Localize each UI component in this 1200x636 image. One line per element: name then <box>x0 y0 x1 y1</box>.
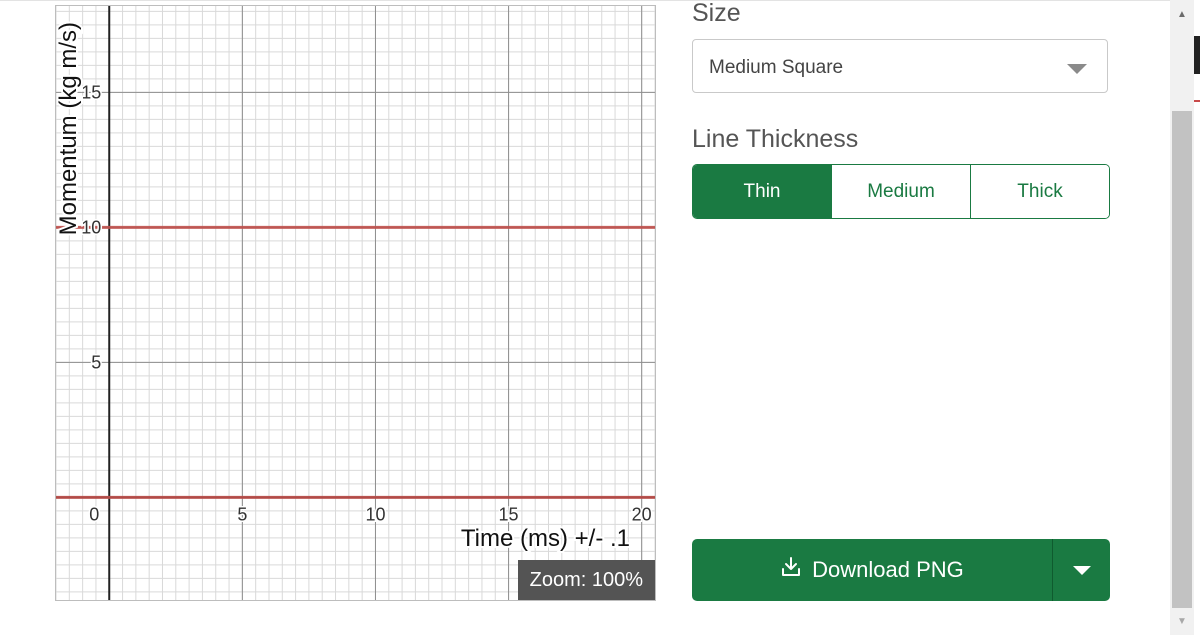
size-label: Size <box>692 0 741 27</box>
download-png-label: Download PNG <box>812 557 964 582</box>
graph-preview[interactable]: 0 5 10 15 20 15 10 5 Time (ms) +/- .1 Momentum (k… <box>55 5 656 601</box>
download-icon <box>780 556 802 584</box>
x-axis-label: Time (ms) +/- .1 <box>461 525 630 552</box>
x-tick-label: 5 <box>237 504 247 524</box>
x-tick-label: 0 <box>89 504 99 524</box>
line-thickness-label: Line Thickness <box>692 125 859 153</box>
chevron-down-icon <box>1067 64 1087 74</box>
chevron-down-icon <box>1072 565 1091 575</box>
download-button-group: Download PNG <box>692 539 1110 601</box>
graph-canvas[interactable]: 0 5 10 15 20 15 10 5 Time (ms) +/- .1 Momentum (k… <box>56 6 655 600</box>
thickness-option-thick[interactable]: Thick <box>970 165 1109 218</box>
scrollbar[interactable]: ▲ ▼ <box>1170 0 1194 635</box>
y-tick-label: 10 <box>81 217 101 237</box>
background-page-edge <box>1194 0 1200 635</box>
y-tick-label: 5 <box>91 352 101 372</box>
y-axis-label: Momentum (kg m/s) <box>56 22 82 235</box>
scroll-down-arrow-icon[interactable]: ▼ <box>1170 611 1194 631</box>
y-tick-label: 15 <box>81 82 101 102</box>
scrollbar-thumb[interactable] <box>1172 111 1192 608</box>
x-tick-label: 15 <box>499 504 519 524</box>
download-png-button[interactable]: Download PNG <box>692 539 1052 601</box>
download-options-toggle[interactable] <box>1052 539 1110 601</box>
thickness-option-thin[interactable]: Thin <box>693 165 831 218</box>
line-thickness-toggle: Thin Medium Thick <box>692 164 1110 219</box>
x-tick-label: 10 <box>365 504 385 524</box>
size-select-value: Medium Square <box>709 57 844 78</box>
size-select[interactable]: Medium Square <box>692 39 1108 93</box>
scroll-up-arrow-icon[interactable]: ▲ <box>1170 4 1194 24</box>
thickness-option-medium[interactable]: Medium <box>831 165 970 218</box>
graph-export-dialog: 0 5 10 15 20 15 10 5 Time (ms) +/- .1 Momentum (k… <box>0 0 1170 636</box>
zoom-indicator: Zoom: 100% <box>517 560 655 600</box>
x-tick-label: 20 <box>632 504 652 524</box>
